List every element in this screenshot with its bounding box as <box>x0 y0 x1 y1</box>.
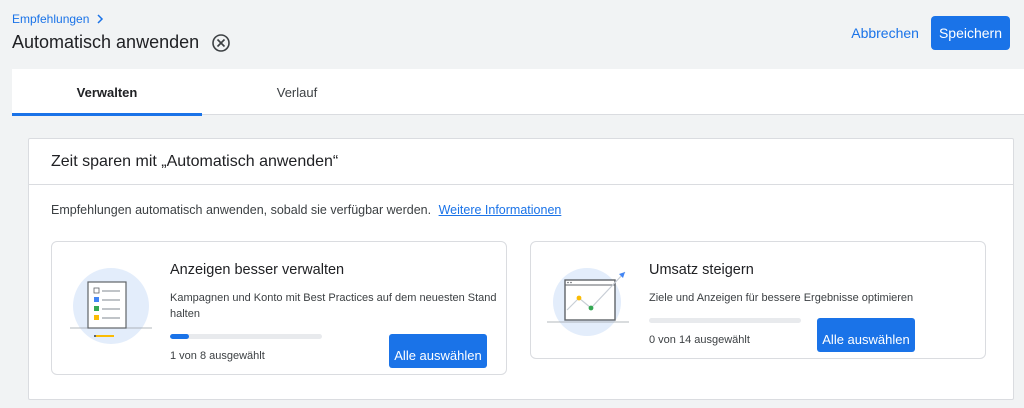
select-all-button[interactable]: Alle auswählen <box>817 318 915 352</box>
subcard-manage-ads: Anzeigen besser verwalten Kampagnen und … <box>51 241 507 375</box>
save-button[interactable]: Speichern <box>930 16 1010 50</box>
subcard-title: Umsatz steigern <box>649 262 754 278</box>
breadcrumb-link[interactable]: Empfehlungen <box>12 12 89 26</box>
subcard-increase-sales: Umsatz steigern Ziele und Anzeigen für b… <box>530 241 986 359</box>
tab-verlauf[interactable]: Verlauf <box>202 69 392 115</box>
auto-apply-card: Zeit sparen mit „Automatisch anwenden“ E… <box>28 138 1014 400</box>
progress-fill <box>170 334 189 339</box>
page-title-text: Automatisch anwenden <box>12 32 200 52</box>
selection-count: 0 von 14 ausgewählt <box>649 334 750 346</box>
tab-verwalten[interactable]: Verwalten <box>12 69 202 116</box>
card-description: Empfehlungen automatisch anwenden, sobal… <box>51 203 561 217</box>
tab-bar: Verwalten Verlauf <box>12 69 1024 116</box>
progress-bar <box>170 334 322 339</box>
card-title: Zeit sparen mit „Automatisch anwenden“ <box>29 139 1013 185</box>
breadcrumb[interactable]: Empfehlungen <box>12 12 105 26</box>
cancel-button[interactable]: Abbrechen <box>845 17 925 49</box>
progress-bar <box>649 318 801 323</box>
chevron-right-icon <box>97 14 104 24</box>
selection-count: 1 von 8 ausgewählt <box>170 350 265 362</box>
chart-growth-illustration <box>547 268 629 336</box>
page-title: Automatisch anwenden <box>12 32 231 53</box>
select-all-button[interactable]: Alle auswählen <box>389 334 487 368</box>
page-header: Empfehlungen Automatisch anwenden Abbrec… <box>0 0 1024 68</box>
header-actions: Abbrechen Speichern <box>845 16 1010 50</box>
subcard-description: Kampagnen und Konto mit Best Practices a… <box>170 292 497 320</box>
more-info-link[interactable]: Weitere Informationen <box>439 203 562 217</box>
card-description-text: Empfehlungen automatisch anwenden, sobal… <box>51 203 432 217</box>
subcard-title: Anzeigen besser verwalten <box>170 262 345 278</box>
close-circle-icon[interactable] <box>211 33 231 53</box>
subcard-description: Ziele und Anzeigen für bessere Ergebniss… <box>649 292 914 304</box>
checklist-illustration <box>70 268 152 344</box>
